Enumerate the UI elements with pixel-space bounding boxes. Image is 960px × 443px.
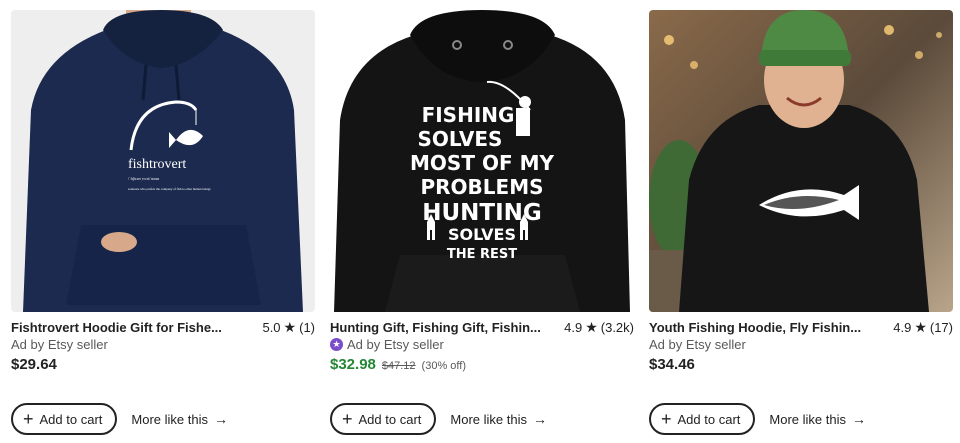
seller-label: Ad by Etsy seller — [11, 336, 108, 352]
more-like-this-link[interactable]: More like this → — [131, 411, 228, 427]
seller-label: Ad by Etsy seller — [347, 336, 444, 352]
listing-price: $29.64 — [11, 356, 57, 373]
listing-rating: 4.9 ★ (17) — [893, 319, 953, 336]
design-phonetic-text: /ˈfɪʃtrəʊˌvɜːrt/ noun — [128, 176, 159, 181]
listing-actions: + Add to cart More like this → — [649, 402, 866, 436]
listing-title[interactable]: Fishtrovert Hoodie Gift for Fishe... — [11, 320, 222, 335]
add-to-cart-button[interactable]: + Add to cart — [330, 403, 437, 435]
listing-actions: + Add to cart More like this → — [330, 402, 547, 436]
more-like-this-link[interactable]: More like this → — [450, 411, 547, 427]
more-like-this-label: More like this — [450, 411, 527, 427]
seller-line: ★ Ad by Etsy seller — [330, 336, 444, 352]
listing-image[interactable]: fishtrovert /ˈfɪʃtrəʊˌvɜːrt/ noun someon… — [11, 10, 315, 312]
more-like-this-link[interactable]: More like this → — [769, 411, 866, 427]
original-price: $47.12 — [381, 360, 416, 372]
design-word-text: fishtrovert — [128, 157, 186, 172]
listing-actions: + Add to cart More like this → — [11, 402, 228, 436]
more-like-this-label: More like this — [769, 411, 846, 427]
listing-title[interactable]: Youth Fishing Hoodie, Fly Fishin... — [649, 320, 861, 335]
listing-card[interactable]: fishtrovert /ˈfɪʃtrəʊˌvɜːrt/ noun someon… — [11, 0, 315, 443]
listing-price: $34.46 — [649, 356, 695, 373]
rating-value: 4.9 — [893, 319, 912, 335]
design-text-line: SOLVES — [448, 225, 516, 244]
rating-value: 4.9 — [564, 319, 583, 335]
arrow-right-icon: → — [532, 411, 547, 427]
seller-label: Ad by Etsy seller — [649, 336, 746, 352]
price-row: $32.98 $47.12 (30% off) — [330, 356, 466, 376]
more-like-this-label: More like this — [131, 411, 208, 427]
design-text-line: FISHING — [422, 103, 515, 127]
discount-label: (30% off) — [421, 360, 466, 372]
add-to-cart-label: Add to cart — [39, 411, 103, 427]
review-count: (1) — [299, 319, 315, 335]
arrow-right-icon: → — [213, 411, 228, 427]
add-to-cart-label: Add to cart — [358, 411, 422, 427]
design-text-line: MOST OF MY — [410, 151, 554, 175]
plus-icon: + — [661, 409, 672, 429]
review-count: (17) — [929, 319, 953, 335]
design-definition-text: someone who prefers the company of fish … — [128, 187, 211, 191]
star-icon: ★ — [914, 318, 927, 335]
price-row: $34.46 — [649, 356, 695, 376]
star-icon: ★ — [283, 318, 297, 335]
add-to-cart-button[interactable]: + Add to cart — [11, 403, 118, 435]
arrow-right-icon: → — [851, 411, 866, 427]
listing-rating: 4.9 ★ (3.2k) — [564, 319, 634, 336]
rating-value: 5.0 — [262, 319, 281, 335]
seller-line: Ad by Etsy seller — [11, 336, 108, 352]
seller-line: Ad by Etsy seller — [649, 336, 746, 352]
design-text-line: SOLVES — [418, 127, 503, 151]
design-text-line: PROBLEMS — [420, 175, 543, 199]
listing-price: $32.98 — [330, 356, 376, 373]
plus-icon: + — [23, 409, 34, 429]
add-to-cart-button[interactable]: + Add to cart — [649, 403, 756, 435]
listing-card[interactable]: Youth Fishing Hoodie, Fly Fishin... 4.9 … — [649, 0, 953, 443]
add-to-cart-label: Add to cart — [677, 411, 741, 427]
listing-image[interactable] — [649, 10, 953, 312]
price-row: $29.64 — [11, 356, 57, 376]
star-seller-icon: ★ — [330, 337, 343, 351]
star-icon: ★ — [585, 318, 598, 335]
listing-title[interactable]: Hunting Gift, Fishing Gift, Fishin... — [330, 320, 541, 335]
review-count: (3.2k) — [600, 319, 634, 335]
listing-rating: 5.0 ★ (1) — [262, 319, 315, 336]
plus-icon: + — [342, 409, 353, 429]
design-text-line: THE REST — [447, 247, 517, 262]
listing-grid: fishtrovert /ˈfɪʃtrəʊˌvɜːrt/ noun someon… — [0, 0, 960, 443]
listing-card[interactable]: FISHING SOLVES MOST OF MY PROBLEMS HUNTI… — [330, 0, 634, 443]
listing-image[interactable]: FISHING SOLVES MOST OF MY PROBLEMS HUNTI… — [330, 10, 634, 312]
